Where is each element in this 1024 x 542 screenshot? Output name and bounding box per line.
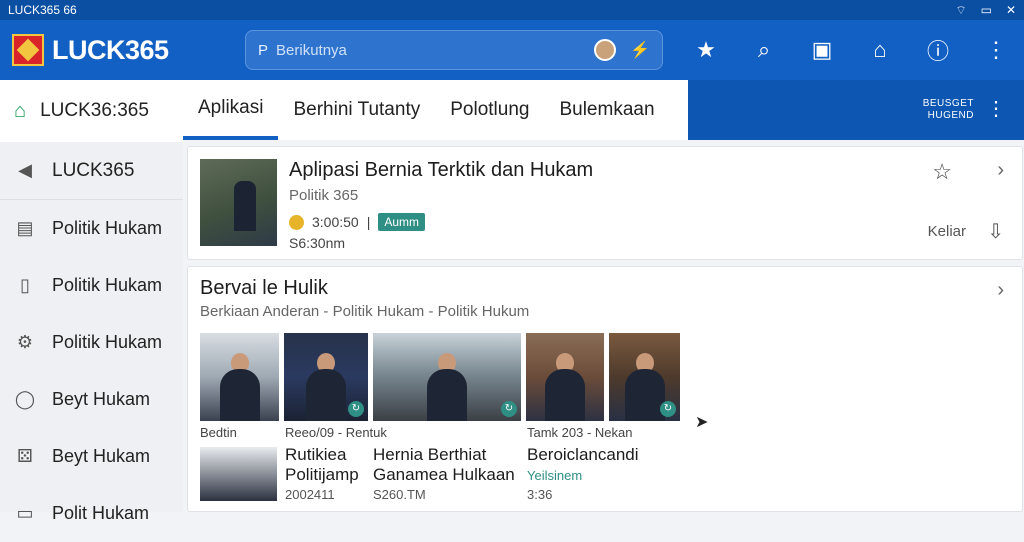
home-icon: ⌂	[14, 99, 27, 122]
dice-icon: ⚄	[17, 446, 33, 466]
news-meta: Yeilsinem	[527, 468, 583, 483]
featured-card[interactable]: Aplipasi Bernia Terktik dan Hukam Politi…	[187, 146, 1023, 260]
sidebar-item-beyt-2[interactable]: ⚄ Beyt Hukam	[0, 428, 183, 485]
tab-aplikasi[interactable]: Aplikasi	[183, 80, 279, 140]
tab-berhini[interactable]: Berhini Tutanty	[278, 80, 435, 140]
app-bar: LUCK365 P Berikutnya ⚡ ★ ⌕ ▣ ⌂ ⓘ ⋮	[0, 20, 1024, 80]
news-meta: S260.TM	[373, 487, 426, 502]
coin-icon	[289, 214, 304, 230]
news-section-card: Bervai le Hulik Berkiaan Anderan - Polit…	[187, 266, 1023, 512]
status-icons: ⌔ ▭ ✕	[955, 3, 1016, 18]
news-photo[interactable]: ↻	[284, 333, 368, 421]
home-icon[interactable]: ⌂	[866, 37, 894, 63]
news-photo[interactable]	[200, 333, 279, 421]
tab-bar: Aplikasi Berhini Tutanty Polotlung Bulem…	[183, 80, 688, 140]
logo[interactable]: LUCK365	[12, 34, 169, 66]
refresh-icon: ↻	[660, 401, 676, 417]
more-vertical-icon[interactable]: ⋮	[982, 37, 1010, 63]
news-photo[interactable]: ↻	[609, 333, 680, 421]
news-caption: Bedtin	[200, 425, 237, 440]
file-icon: ▯	[20, 275, 30, 295]
star-icon[interactable]: ★	[692, 37, 720, 63]
sidebar-item-beyt-1[interactable]: ◯ Beyt Hukam	[0, 371, 183, 428]
news-title[interactable]: Hernia Berthiat Ganamea Hulkaan	[373, 445, 523, 485]
ext-line-1: BEUSGET	[922, 98, 974, 109]
tab-polotlung[interactable]: Polotlung	[435, 80, 544, 140]
news-photo[interactable]	[526, 333, 604, 421]
logo-icon	[12, 34, 44, 66]
tab-bulemkaan[interactable]: Bulemkaan	[544, 80, 669, 140]
card-title: Aplipasi Bernia Terktik dan Hukam	[289, 159, 594, 181]
location-icon: ◯	[14, 389, 36, 409]
document-icon: ▤	[16, 218, 34, 238]
doc-icon: ▭	[16, 503, 34, 523]
sidebar-item-politik-3[interactable]: ⚙ Politik Hukam	[0, 314, 183, 371]
sidebar-item-label: Polit Hukam	[52, 503, 150, 523]
featured-thumbnail	[200, 159, 277, 246]
more-vertical-icon[interactable]: ⋮	[986, 96, 1006, 121]
card-subtitle: Politik 365	[289, 187, 359, 204]
section-title: Bervai le Hulik	[200, 277, 328, 299]
info-icon[interactable]: ⓘ	[924, 34, 952, 66]
search-input[interactable]: P Berikutnya ⚡	[245, 30, 663, 70]
sidebar-item-back[interactable]: ◀ LUCK365	[0, 142, 183, 199]
refresh-icon: ↻	[348, 401, 364, 417]
status-bar: LUCK365 66 ⌔ ▭ ✕	[0, 0, 1024, 20]
settings-icon: ⚙	[16, 332, 34, 352]
download-icon[interactable]: ⇩	[987, 219, 1004, 244]
app-bar-icons: ★ ⌕ ▣ ⌂ ⓘ ⋮	[692, 20, 1010, 80]
card-meta: 3:00:50 | Aumm	[289, 213, 426, 231]
section-subtitle: Berkiaan Anderan - Politik Hukam - Polit…	[200, 303, 530, 320]
back-icon: ◀	[18, 160, 32, 180]
refresh-icon: ↻	[501, 401, 517, 417]
chevron-right-icon[interactable]: ›	[997, 159, 1004, 182]
news-caption: Tamk 203 - Nekan	[527, 425, 633, 440]
news-photo[interactable]	[200, 447, 277, 501]
news-meta: 3:36	[527, 487, 553, 502]
search-value: Berikutnya	[276, 41, 347, 59]
tab-bar-extension: BEUSGET HUGEND ⋮	[688, 80, 1024, 140]
sidebar-header-label: LUCK36:365	[40, 100, 149, 121]
close-icon[interactable]: ✕	[1006, 3, 1016, 17]
search-prefix: P	[258, 41, 269, 59]
wifi-icon: ⌔	[955, 2, 967, 17]
sidebar: ⌂ LUCK36:365 ◀ LUCK365 ▤ Politik Hukam ▯…	[0, 80, 183, 523]
card-time: S6:30nm	[289, 235, 346, 251]
ext-line-2: HUGEND	[927, 110, 974, 121]
minimize-icon[interactable]: ▭	[981, 3, 992, 17]
star-outline-icon[interactable]: ☆	[932, 159, 952, 185]
chevron-right-icon[interactable]: ›	[997, 279, 1004, 302]
avatar[interactable]	[594, 39, 617, 61]
bookmark-icon[interactable]: ▣	[808, 37, 836, 63]
separator: |	[366, 214, 371, 230]
news-caption: Reeo/09 - Rentuk	[285, 425, 387, 440]
sidebar-item-polit[interactable]: ▭ Polit Hukam	[0, 485, 183, 542]
news-title[interactable]: Rutikiea Politijamp	[285, 445, 367, 485]
search-icon[interactable]: ⌕	[750, 37, 778, 63]
logo-text: LUCK365	[52, 34, 169, 65]
sidebar-item-label: LUCK365	[52, 159, 135, 181]
sidebar-item-label: Politik Hukam	[52, 275, 163, 295]
bolt-icon[interactable]: ⚡	[630, 40, 650, 60]
sidebar-item-label: Politik Hukam	[52, 332, 163, 352]
news-title[interactable]: Beroiclancandi	[527, 445, 687, 465]
sidebar-item-label: Politik Hukam	[52, 218, 163, 238]
cursor-icon: ➤	[695, 414, 709, 431]
keluar-button[interactable]: Keliar	[928, 223, 966, 240]
status-text: LUCK365 66	[8, 3, 77, 17]
card-price: 3:00:50	[312, 214, 359, 230]
sidebar-item-label: Beyt Hukam	[52, 389, 151, 409]
sidebar-item-label: Beyt Hukam	[52, 446, 151, 466]
news-photo[interactable]: ↻	[373, 333, 521, 421]
news-meta: 2002411	[285, 487, 335, 502]
sidebar-header[interactable]: ⌂ LUCK36:365	[0, 80, 183, 142]
sidebar-item-politik-2[interactable]: ▯ Politik Hukam	[0, 257, 183, 314]
sidebar-item-politik-1[interactable]: ▤ Politik Hukam	[0, 200, 183, 257]
ext-label[interactable]: BEUSGET HUGEND	[923, 98, 974, 122]
status-badge: Aumm	[378, 213, 426, 231]
